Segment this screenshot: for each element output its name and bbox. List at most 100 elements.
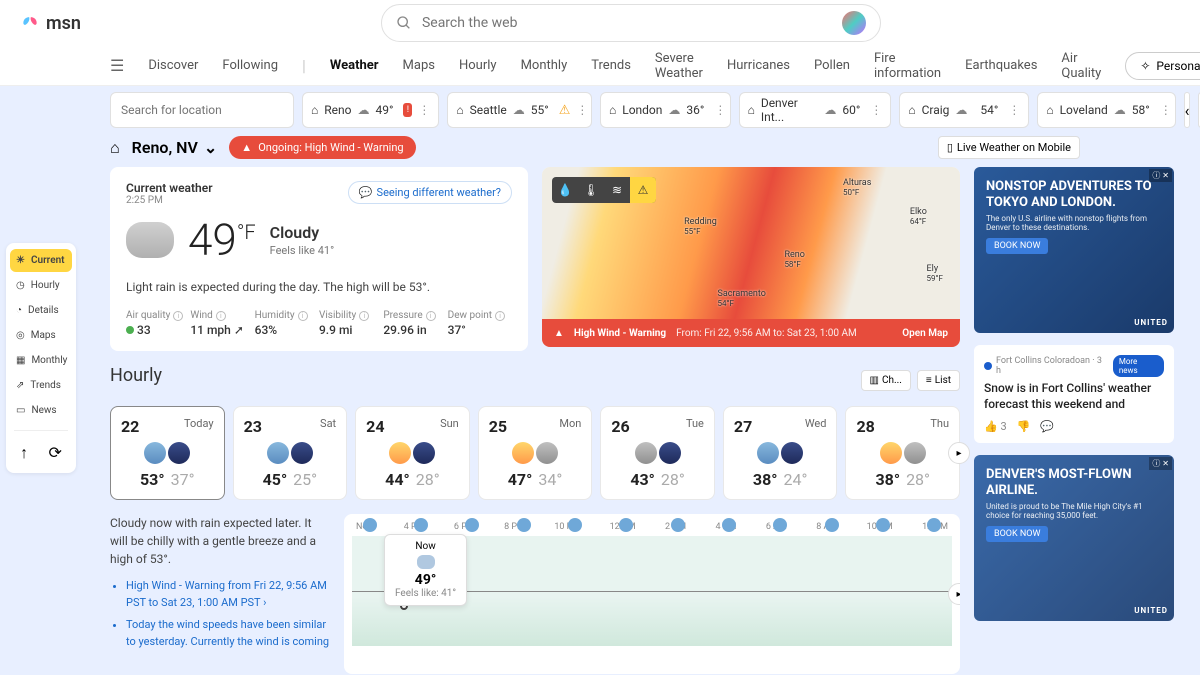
side-maps[interactable]: ◎Maps [10, 324, 72, 347]
side-trends[interactable]: ⇗Trends [10, 374, 72, 397]
rain-icon [671, 518, 685, 532]
more-icon[interactable]: ⋮ [870, 103, 882, 117]
open-map-link[interactable]: Open Map [902, 328, 948, 339]
current-label: Current weather [126, 181, 213, 195]
map-temp-icon[interactable]: 🌡 [578, 177, 604, 203]
comment-icon[interactable]: 💬 [1040, 420, 1054, 433]
rain-icon [267, 442, 289, 464]
ad-cta[interactable]: BOOK NOW [986, 238, 1048, 254]
nav-trends[interactable]: Trends [591, 58, 631, 73]
more-icon[interactable]: ⋮ [576, 103, 588, 117]
nav-hourly[interactable]: Hourly [459, 58, 497, 73]
location-chip[interactable]: ⌂Reno☁49°!⋮ [302, 92, 439, 128]
location-chip[interactable]: ⌂Seattle☁55°⚠⋮ [447, 92, 592, 128]
nav-severe[interactable]: Severe Weather [655, 51, 703, 81]
scroll-top-icon[interactable]: ↑ [20, 443, 28, 463]
hamburger-icon[interactable]: ☰ [110, 56, 124, 75]
feedback-link[interactable]: 💬 Seeing different weather? [348, 181, 512, 204]
mobile-weather-link[interactable]: ▯ Live Weather on Mobile [938, 136, 1080, 159]
nav-fire[interactable]: Fire information [874, 51, 941, 81]
sun-icon [880, 442, 902, 464]
map-precip-icon[interactable]: 💧 [552, 177, 578, 203]
location-chip[interactable]: ⌂London☁36°⋮ [600, 92, 731, 128]
map-wind-icon[interactable]: ≋ [604, 177, 630, 203]
stat: Humidity i63% [255, 310, 319, 337]
search-input[interactable] [422, 15, 832, 31]
day-card[interactable]: 28Thu38°28° [845, 406, 960, 500]
thumbs-up-icon[interactable]: 👍 3 [984, 420, 1007, 433]
side-current[interactable]: ☀Current [10, 249, 72, 272]
rain-icon [363, 518, 377, 532]
ad-cta[interactable]: BOOK NOW [986, 526, 1048, 542]
rain-icon [773, 518, 787, 532]
map-alert-icon[interactable]: ⚠ [630, 177, 656, 203]
day-card[interactable]: 27Wed38°24° [723, 406, 838, 500]
more-icon[interactable]: ⋮ [714, 103, 726, 117]
hourly-bullet[interactable]: High Wind - Warning from Fri 22, 9:56 AM… [126, 578, 330, 611]
day-card[interactable]: 23Sat45°25° [233, 406, 348, 500]
news-card[interactable]: Fort Collins Coloradoan · 3 h More news … [974, 345, 1174, 443]
info-icon[interactable]: i [216, 311, 226, 321]
info-icon[interactable]: i [426, 311, 436, 321]
side-monthly[interactable]: ▦Monthly [10, 349, 72, 372]
phone-icon: ▯ [947, 141, 953, 154]
map-city-label: Ely59°F [927, 264, 943, 284]
personalize-button[interactable]: ✧ Personalize [1125, 52, 1200, 80]
refresh-icon[interactable]: ⟳ [48, 443, 61, 463]
current-location[interactable]: Reno, NV ⌄ [132, 138, 218, 157]
ad-close-icon[interactable]: ⓘ ✕ [1149, 457, 1172, 470]
nav-hurricanes[interactable]: Hurricanes [727, 58, 790, 73]
day-card[interactable]: 22Today53°37° [110, 406, 225, 500]
hourly-title: Hourly [110, 365, 162, 386]
thumbs-down-icon[interactable]: 👎 [1017, 420, 1031, 433]
location-search[interactable] [110, 92, 294, 128]
day-card[interactable]: 24Sun44°28° [355, 406, 470, 500]
nav-monthly[interactable]: Monthly [521, 58, 568, 73]
more-icon[interactable]: ⋮ [418, 103, 430, 117]
copilot-icon[interactable] [842, 11, 866, 35]
stat: Dew point i37° [448, 310, 512, 337]
home-icon: ⌂ [609, 103, 616, 117]
nav-discover[interactable]: Discover [148, 58, 198, 73]
nav-following[interactable]: Following [222, 58, 278, 73]
msn-logo[interactable]: msn [20, 13, 81, 34]
info-icon[interactable]: i [298, 311, 308, 321]
location-search-input[interactable] [121, 103, 277, 117]
ongoing-warning-pill[interactable]: ▲ Ongoing: High Wind - Warning [229, 136, 415, 159]
ad-bottom[interactable]: ⓘ ✕ DENVER'S MOST-FLOWN AIRLINE. United … [974, 455, 1174, 621]
chart-icon: ⇗ [16, 380, 24, 391]
chips-prev[interactable]: ‹ [1184, 92, 1191, 128]
nav-aq[interactable]: Air Quality [1061, 51, 1101, 81]
day-card[interactable]: 25Mon47°34° [478, 406, 593, 500]
hourly-bullet[interactable]: Today the wind speeds have been similar … [126, 617, 330, 650]
day-card[interactable]: 26Tue43°28° [600, 406, 715, 500]
news-icon: ▭ [16, 405, 25, 416]
nav-weather[interactable]: Weather [330, 58, 379, 73]
side-details[interactable]: ◔Details [10, 299, 72, 322]
weather-map[interactable]: 💧 🌡 ≋ ⚠ Alturas50°FRedding55°FReno58°FSa… [542, 167, 960, 347]
view-list-button[interactable]: ≡List [917, 370, 960, 391]
view-chart-button[interactable]: ▥Ch... [861, 370, 911, 391]
more-icon[interactable]: ⋮ [1160, 103, 1172, 117]
more-news-pill[interactable]: More news [1113, 355, 1164, 377]
days-next[interactable]: ▸ [948, 442, 970, 464]
info-icon[interactable]: i [495, 311, 505, 321]
location-chip[interactable]: ⌂Loveland☁58°⋮ [1037, 92, 1175, 128]
global-search[interactable] [381, 4, 881, 42]
ad-close-icon[interactable]: ⓘ ✕ [1149, 169, 1172, 182]
nav-eq[interactable]: Earthquakes [965, 58, 1037, 73]
location-chip[interactable]: ⌂Denver Int...☁60°⋮ [739, 92, 892, 128]
info-icon[interactable]: i [359, 311, 369, 321]
top-nav: ☰ Discover Following | Weather Maps Hour… [0, 46, 1200, 86]
hourly-chart[interactable]: Today Sat 23 Now4 PM6 PM8 PM10 PM12 AM2 … [344, 514, 960, 674]
more-icon[interactable]: ⋮ [1008, 103, 1020, 117]
side-hourly[interactable]: ◷Hourly [10, 274, 72, 297]
ad-top[interactable]: ⓘ ✕ NONSTOP ADVENTURES TO TOKYO AND LOND… [974, 167, 1174, 333]
side-nav: ☀Current ◷Hourly ◔Details ◎Maps ▦Monthly… [6, 243, 76, 473]
nav-pollen[interactable]: Pollen [814, 58, 850, 73]
info-icon[interactable]: i [173, 311, 183, 321]
side-news[interactable]: ▭News [10, 399, 72, 422]
list-icon: ≡ [926, 375, 932, 386]
location-chip[interactable]: ⌂Craig☁54°⋮ [899, 92, 1029, 128]
nav-maps[interactable]: Maps [403, 58, 435, 73]
